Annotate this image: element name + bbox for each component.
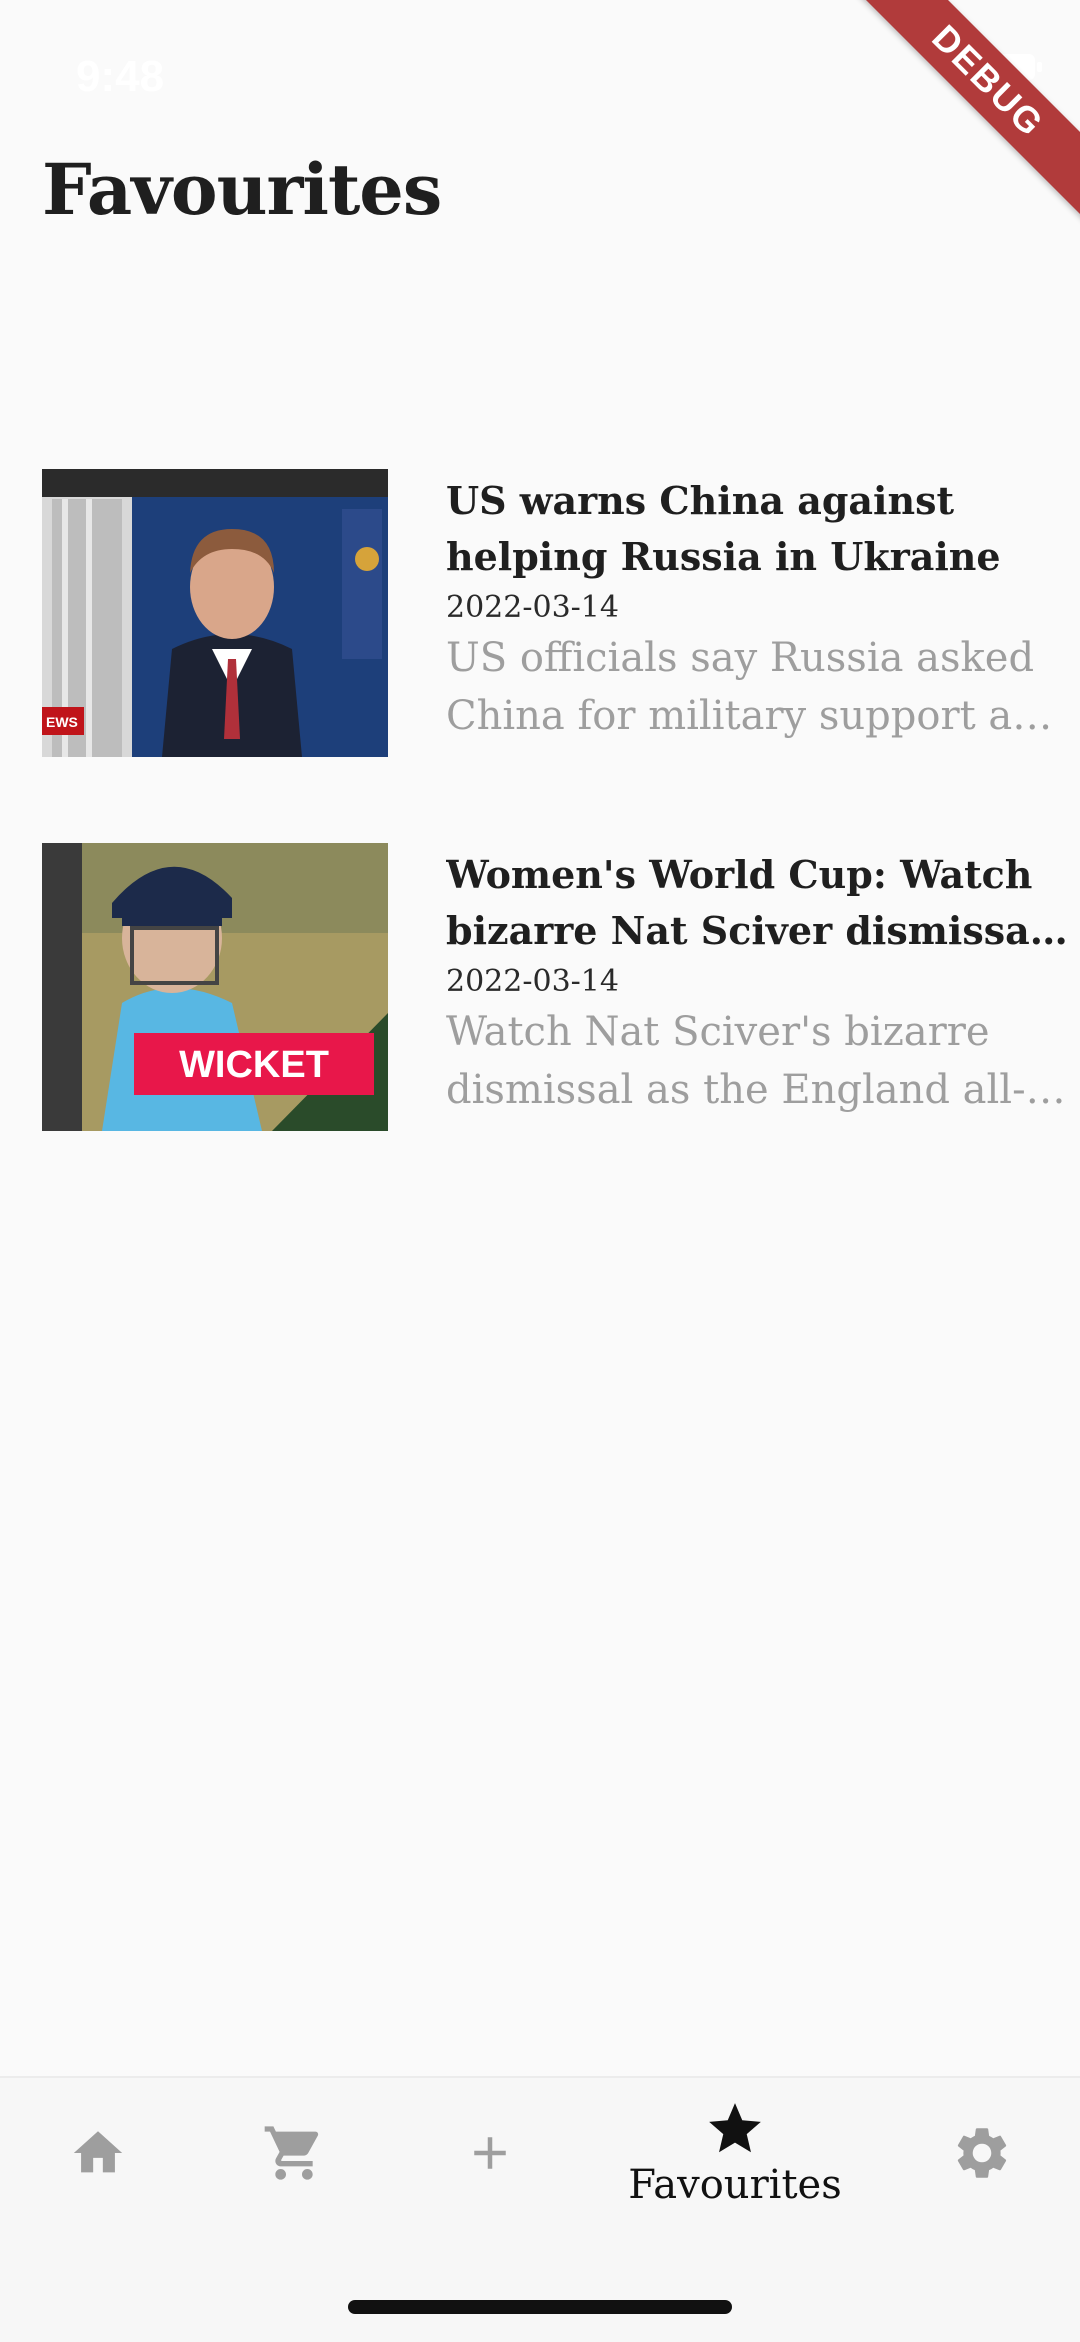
nav-add-button[interactable] (440, 2078, 540, 2228)
nav-favourites-button[interactable]: Favourites (620, 2078, 850, 2228)
article-description: Watch Nat Sciver's bizarre dismissal as … (446, 1009, 1026, 1113)
star-icon (709, 2103, 761, 2153)
article-description: US officials say Russia asked China for … (446, 635, 1064, 739)
nav-home-button[interactable] (48, 2078, 148, 2228)
article-card[interactable]: WICKET Women's World Cup: Watch bizarre … (42, 843, 1044, 1131)
plus-icon (474, 2137, 506, 2169)
thumb-badge: WICKET (179, 1044, 329, 1086)
favourites-list: EWS US warns China against helping Russi… (42, 469, 1064, 1217)
article-card[interactable]: EWS US warns China against helping Russi… (42, 469, 1064, 757)
article-title[interactable]: US warns China against helping Russia in… (446, 473, 1072, 585)
gear-icon (957, 2128, 1007, 2178)
cart-icon (264, 2126, 319, 2180)
nav-cart-button[interactable] (244, 2078, 344, 2228)
article-date: 2022-03-14 (446, 964, 619, 999)
article-text: US warns China against helping Russia in… (446, 473, 1072, 745)
status-time: 9:48 (76, 52, 165, 101)
page-title: Favourites (42, 148, 442, 231)
nav-favourites-label: Favourites (628, 2162, 842, 2208)
home-indicator[interactable] (348, 2300, 732, 2314)
nav-settings-button[interactable] (932, 2078, 1032, 2228)
article-text: Women's World Cup: Watch bizarre Nat Sci… (446, 847, 1072, 1119)
article-thumbnail: WICKET (42, 843, 388, 1131)
home-icon (73, 2131, 123, 2173)
article-title[interactable]: Women's World Cup: Watch bizarre Nat Sci… (446, 847, 1072, 959)
article-date: 2022-03-14 (446, 590, 619, 625)
thumb-badge: EWS (46, 714, 78, 730)
article-thumbnail: EWS (42, 469, 388, 757)
